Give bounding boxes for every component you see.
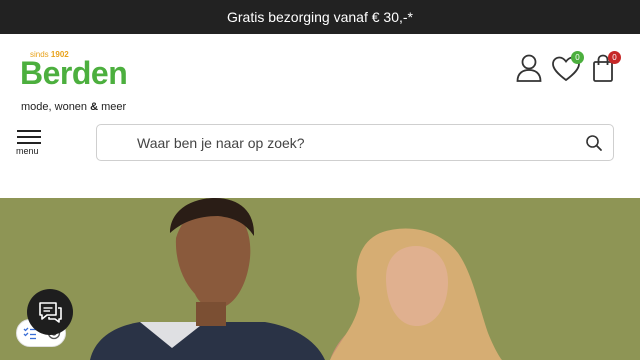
site-logo[interactable]: sinds 1902 Berden mode, wonen & meer xyxy=(20,49,160,113)
promo-text: Gratis bezorging vanaf € 30,-* xyxy=(227,9,413,25)
wishlist-button[interactable]: 0 xyxy=(551,51,584,84)
logo-tagline: mode, wonen & meer xyxy=(21,101,127,113)
search-bar xyxy=(96,124,614,161)
hero-image xyxy=(0,198,640,360)
search-input[interactable] xyxy=(137,133,557,153)
logo-brand: Berden xyxy=(20,55,128,91)
account-button[interactable] xyxy=(514,53,544,83)
wishlist-count-badge: 0 xyxy=(571,51,584,64)
search-icon[interactable] xyxy=(585,134,603,152)
promo-bar: Gratis bezorging vanaf € 30,-* xyxy=(0,0,640,34)
cart-button[interactable]: 0 xyxy=(588,51,621,83)
hamburger-icon xyxy=(17,130,41,132)
menu-label: menu xyxy=(16,146,39,156)
cart-count-badge: 0 xyxy=(608,51,621,64)
hero-banner[interactable] xyxy=(0,198,640,360)
menu-button[interactable]: menu xyxy=(16,128,44,158)
site-header: sinds 1902 Berden mode, wonen & meer 0 0… xyxy=(0,34,640,198)
chat-icon xyxy=(39,302,62,323)
account-icon xyxy=(516,54,542,82)
chat-button[interactable] xyxy=(27,289,73,335)
